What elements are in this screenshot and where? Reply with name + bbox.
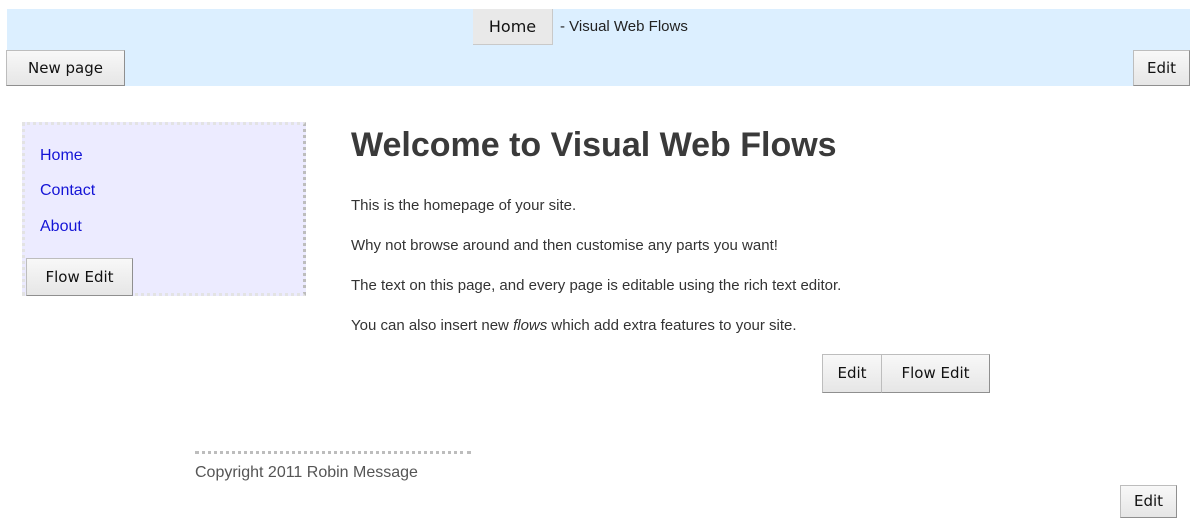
copyright-text: Copyright 2011 Robin Message (195, 464, 418, 481)
new-page-button[interactable]: New page (6, 50, 125, 86)
page-title: Welcome to Visual Web Flows (351, 126, 837, 164)
content-paragraph-text: You can also insert new (351, 317, 514, 334)
site-title: - Visual Web Flows (560, 18, 688, 35)
sidebar-link-contact[interactable]: Contact (40, 182, 95, 200)
sidebar-link-home[interactable]: Home (40, 147, 83, 165)
content-paragraph: This is the homepage of your site. (351, 197, 577, 214)
footer-edit-button[interactable]: Edit (1120, 485, 1177, 518)
footer-divider (195, 451, 471, 454)
content-paragraph: The text on this page, and every page is… (351, 277, 842, 294)
sidebar-link-about[interactable]: About (40, 218, 82, 236)
header-edit-button[interactable]: Edit (1133, 50, 1190, 86)
content-paragraph: You can also insert new flows which add … (351, 317, 797, 334)
content-flow-edit-button[interactable]: Flow Edit (881, 354, 990, 393)
content-paragraph: Why not browse around and then customise… (351, 237, 778, 254)
content-paragraph-text: which add extra features to your site. (547, 317, 797, 334)
content-edit-button[interactable]: Edit (822, 354, 882, 393)
sidebar-flow-edit-button[interactable]: Flow Edit (26, 258, 133, 296)
breadcrumb-home-link[interactable]: Home (473, 9, 553, 45)
content-emphasis: flows (513, 317, 548, 334)
